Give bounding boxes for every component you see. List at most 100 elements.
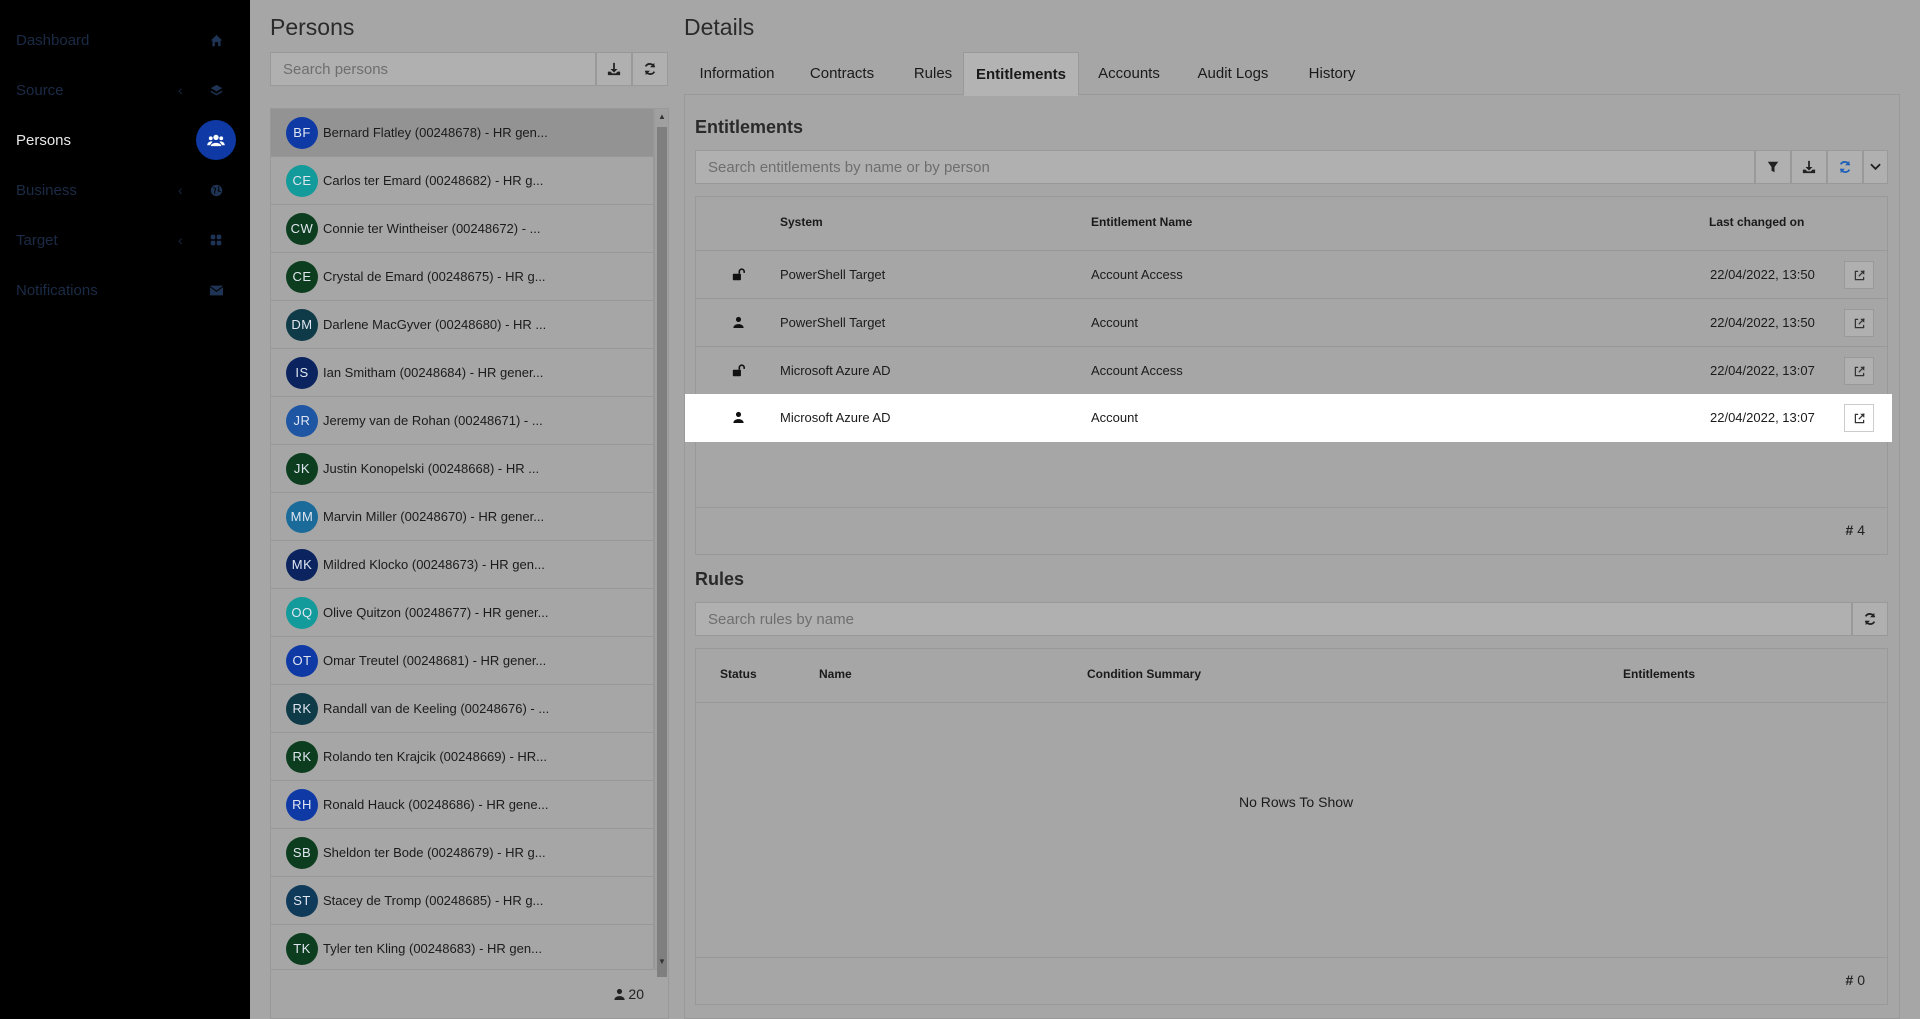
person-row[interactable]: ST Stacey de Tromp (00248685) - HR g... [271,877,653,925]
tab-history[interactable]: History [1287,52,1377,95]
user-icon [613,988,625,1000]
tab-contracts[interactable]: Contracts [790,52,894,95]
person-row[interactable]: OQ Olive Quitzon (00248677) - HR gener... [271,589,653,637]
rules-footer: # 0 [695,957,1888,1005]
table-row[interactable]: PowerShell Target Account 22/04/2022, 13:5… [696,298,1887,346]
nav-persons[interactable]: Persons [0,115,250,165]
person-name: Mildred Klocko (00248673) - HR gen... [323,557,545,572]
table-row[interactable]: PowerShell Target Account Access 22/04/202… [696,250,1887,298]
envelope-icon [204,278,228,302]
person-row[interactable]: CE Crystal de Emard (00248675) - HR g... [271,253,653,301]
entitlement-name-cell: Account [1091,315,1138,330]
nav-business[interactable]: Business ‹ [0,165,250,215]
scroll-down-icon[interactable]: ▼ [658,957,666,966]
scroll-up-icon[interactable]: ▲ [658,112,666,121]
open-entitlement-button[interactable] [1844,404,1874,432]
person-row[interactable]: MK Mildred Klocko (00248673) - HR gen... [271,541,653,589]
download-icon [607,62,621,76]
entitlements-download-button[interactable] [1791,150,1827,184]
person-row[interactable]: RK Randall van de Keeling (00248676) - ..… [271,685,653,733]
avatar: RH [286,788,318,821]
entitlements-filter-button[interactable] [1755,150,1791,184]
persons-download-button[interactable] [596,52,632,86]
rules-refresh-button[interactable] [1852,602,1888,636]
person-name: Darlene MacGyver (00248680) - HR ... [323,317,547,332]
table-row[interactable]: Microsoft Azure AD Account Access 22/04/20… [696,346,1887,394]
entitlement-name-cell: Account Access [1091,363,1183,378]
entitlements-more-button[interactable] [1863,150,1888,184]
person-row[interactable]: JR Jeremy van de Rohan (00248671) - ... [271,397,653,445]
person-row[interactable]: TK Tyler ten Kling (00248683) - HR gen... [271,925,653,969]
tab-information[interactable]: Information [684,52,790,95]
person-name: Stacey de Tromp (00248685) - HR g... [323,893,544,908]
avatar: RK [286,740,318,773]
tab-entitlements[interactable]: Entitlements [963,52,1079,96]
avatar: OQ [286,596,318,629]
tab-audit-logs[interactable]: Audit Logs [1179,52,1287,95]
persons-refresh-button[interactable] [632,52,668,86]
nav-target[interactable]: Target ‹ [0,215,250,265]
nav-source[interactable]: Source ‹ [0,65,250,115]
person-row[interactable]: BF Bernard Flatley (00248678) - HR gen... [271,109,653,157]
rules-search[interactable] [695,602,1852,636]
open-entitlement-button[interactable] [1844,261,1874,289]
person-row[interactable]: CE Carlos ter Emard (00248682) - HR g... [271,157,653,205]
layers-icon [204,78,228,102]
download-icon [1802,160,1816,174]
persons-search[interactable] [270,52,596,86]
person-row[interactable]: MM Marvin Miller (00248670) - HR gener... [271,493,653,541]
entitlements-search-input[interactable] [708,158,1754,176]
user-icon [730,409,746,425]
table-row[interactable]: Microsoft Azure AD Account 22/04/2022, 13:… [685,394,1892,442]
persons-search-input[interactable] [283,60,595,78]
person-row[interactable]: DM Darlene MacGyver (00248680) - HR ... [271,301,653,349]
sidebar: Dashboard Source ‹ Persons Business ‹ Ta… [0,0,250,1019]
avatar: SB [286,836,318,869]
person-row[interactable]: CW Connie ter Wintheiser (00248672) - ... [271,205,653,253]
persons-list: BF Bernard Flatley (00248678) - HR gen...… [270,108,654,970]
person-name: Ian Smitham (00248684) - HR gener... [323,365,544,380]
entitlements-count: # 4 [1845,522,1865,538]
entitlement-name-cell: Account Access [1091,267,1183,282]
column-header-last-changed[interactable]: Last changed on [1709,215,1804,229]
system-cell: Microsoft Azure AD [780,363,891,378]
entitlements-search[interactable] [695,150,1755,184]
entitlements-grid: System Entitlement Name Last changed on … [685,196,1892,508]
entitlements-title: Entitlements [695,117,804,137]
person-name: Jeremy van de Rohan (00248671) - ... [323,413,543,428]
nav-label: Dashboard [16,31,90,49]
open-entitlement-button[interactable] [1844,309,1874,337]
column-header-entitlements[interactable]: Entitlements [1623,667,1695,681]
tab-accounts[interactable]: Accounts [1079,52,1179,95]
external-link-icon [1854,269,1865,281]
person-row[interactable]: RK Rolando ten Krajcik (00248669) - HR... [271,733,653,781]
column-header-status[interactable]: Status [720,667,757,681]
person-name: Omar Treutel (00248681) - HR gener... [323,653,547,668]
entitlements-refresh-button[interactable] [1827,150,1863,184]
scroll-thumb[interactable] [657,127,667,977]
person-name: Sheldon ter Bode (00248679) - HR g... [323,845,546,860]
persons-scrollbar[interactable]: ▲ ▼ [654,108,669,977]
person-row[interactable]: OT Omar Treutel (00248681) - HR gener... [271,637,653,685]
person-row[interactable]: JK Justin Konopelski (00248668) - HR ... [271,445,653,493]
person-name: Justin Konopelski (00248668) - HR ... [323,461,540,476]
open-entitlement-button[interactable] [1844,357,1874,385]
details-tabs: Information Contracts Rules Entitlements… [684,52,1900,96]
person-row[interactable]: IS Ian Smitham (00248684) - HR gener... [271,349,653,397]
persons-footer: 20 [270,970,669,1019]
rules-search-input[interactable] [708,610,1851,628]
column-header-system[interactable]: System [780,215,823,229]
unlock-icon [730,266,746,282]
person-row[interactable]: SB Sheldon ter Bode (00248679) - HR g... [271,829,653,877]
nav-dashboard[interactable]: Dashboard [0,15,250,65]
person-row[interactable]: RH Ronald Hauck (00248686) - HR gene... [271,781,653,829]
avatar: RK [286,692,318,725]
tab-rules[interactable]: Rules [894,52,972,95]
nav-notifications[interactable]: Notifications [0,265,250,315]
column-header-name[interactable]: Name [819,667,852,681]
nav-label: Target [16,231,58,249]
column-header-entitlement-name[interactable]: Entitlement Name [1091,215,1192,229]
column-header-condition-summary[interactable]: Condition Summary [1087,667,1201,681]
refresh-icon [1839,160,1851,174]
nav-label: Persons [16,131,72,149]
